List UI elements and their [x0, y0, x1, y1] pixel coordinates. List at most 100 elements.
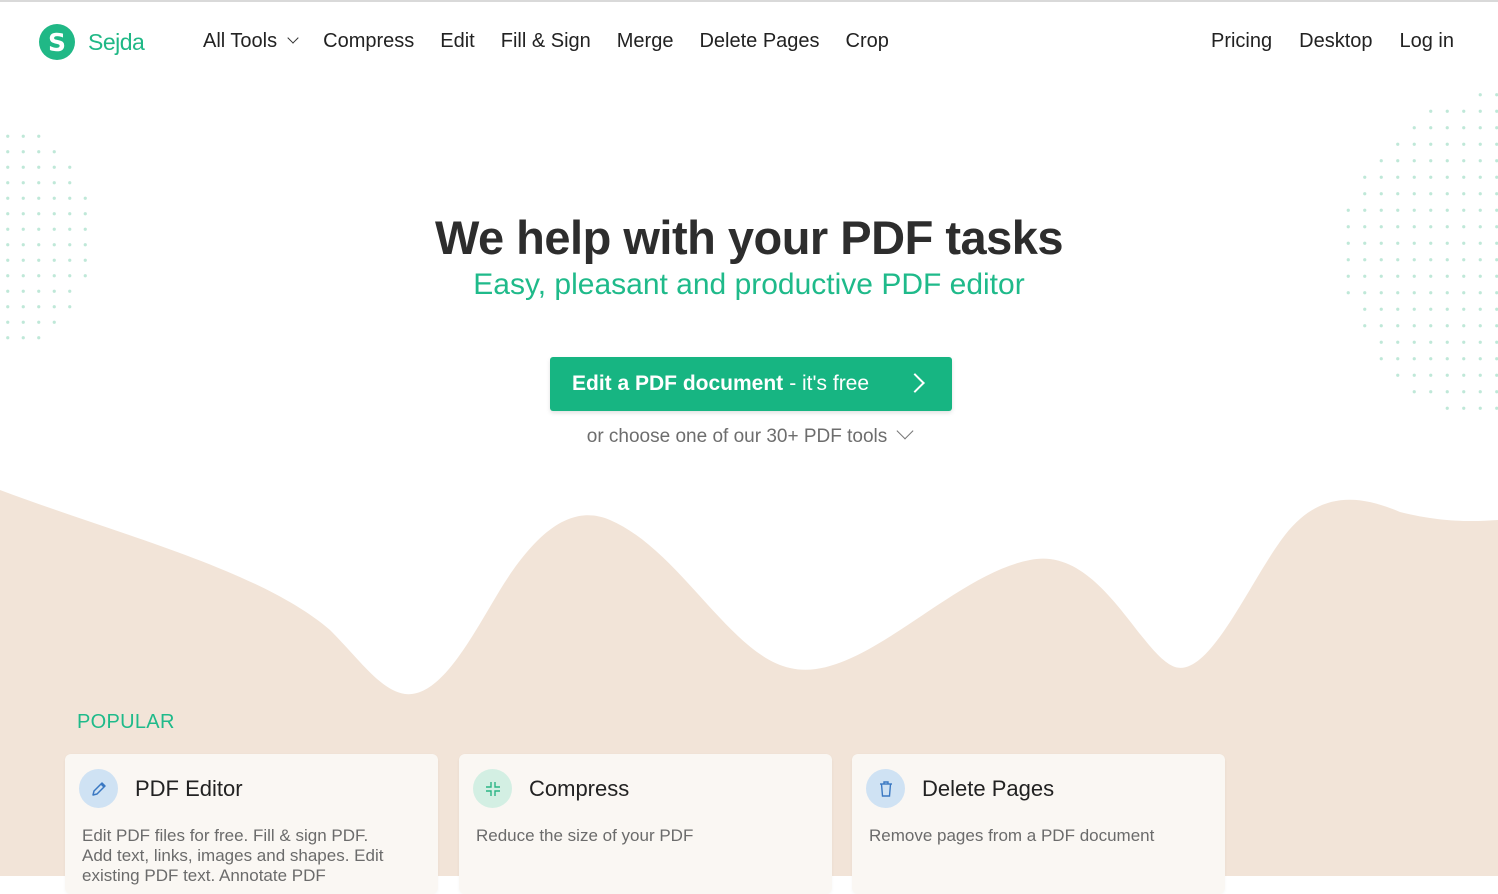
dot [1445, 126, 1449, 130]
chevron-right-icon [905, 373, 925, 393]
dot [1445, 406, 1449, 410]
nav-all-tools[interactable]: All Tools [203, 30, 299, 53]
dot [1429, 340, 1433, 344]
dot [1412, 357, 1416, 361]
dot [1429, 390, 1433, 394]
dot [21, 181, 25, 185]
edit-pdf-button[interactable]: Edit a PDF document - it's free [550, 357, 952, 411]
nav-pricing[interactable]: Pricing [1211, 30, 1272, 53]
dot [1445, 192, 1449, 196]
dot [52, 165, 56, 169]
dot [68, 196, 72, 200]
dot [1445, 373, 1449, 377]
dot [1462, 357, 1466, 361]
dot [1462, 159, 1466, 163]
dot [1478, 307, 1482, 311]
dot [52, 150, 56, 154]
dot [37, 305, 41, 309]
dot [1478, 142, 1482, 146]
tool-card-delete-pages[interactable]: Delete Pages Remove pages from a PDF doc… [852, 754, 1225, 894]
dot [52, 196, 56, 200]
dot [83, 196, 87, 200]
card-description: Remove pages from a PDF document [869, 826, 1155, 845]
dot [37, 150, 41, 154]
dot [1445, 340, 1449, 344]
dot [1478, 324, 1482, 328]
tool-card-pdf-editor[interactable]: PDF Editor Edit PDF files for free. Fill… [65, 754, 438, 894]
dot [1412, 192, 1416, 196]
tool-card-compress[interactable]: Compress Reduce the size of your PDF [459, 754, 832, 894]
dot [1462, 390, 1466, 394]
dot [1412, 373, 1416, 377]
dot [1445, 142, 1449, 146]
dot [6, 305, 10, 309]
dot [6, 336, 10, 340]
dot [1412, 142, 1416, 146]
cta-label-light: - it's free [789, 372, 870, 395]
hero-subtitle: Easy, pleasant and productive PDF editor [473, 268, 1025, 301]
dot [1445, 175, 1449, 179]
dot [1445, 390, 1449, 394]
nav-edit[interactable]: Edit [440, 30, 474, 53]
dot [1396, 159, 1400, 163]
dot [1379, 324, 1383, 328]
dot [1445, 357, 1449, 361]
dot [1379, 192, 1383, 196]
dot [1478, 357, 1482, 361]
logo-text: Sejda [88, 28, 145, 55]
dot [1462, 142, 1466, 146]
choose-tools-link[interactable]: or choose one of our 30+ PDF tools [0, 422, 1498, 448]
dot [1412, 126, 1416, 130]
nav-desktop[interactable]: Desktop [1299, 30, 1372, 53]
logo-mark: S [39, 24, 75, 60]
dot [1478, 340, 1482, 344]
dot [1478, 159, 1482, 163]
dot [68, 305, 72, 309]
dot [37, 320, 41, 324]
nav-fill-sign[interactable]: Fill & Sign [501, 30, 591, 53]
dot [21, 196, 25, 200]
dot [1478, 390, 1482, 394]
top-navigation: S Sejda All Tools Compress Edit Fill & S… [0, 2, 1498, 82]
dot [1462, 406, 1466, 410]
dot [37, 134, 41, 138]
dot [21, 150, 25, 154]
dot [1478, 406, 1482, 410]
dot [1379, 307, 1383, 311]
chevron-down-icon [287, 32, 299, 44]
dot [1445, 109, 1449, 113]
dot [1396, 373, 1400, 377]
dot [1379, 175, 1383, 179]
dot [6, 196, 10, 200]
dot [1396, 307, 1400, 311]
dot [21, 336, 25, 340]
dot [21, 165, 25, 169]
dot [1429, 324, 1433, 328]
nav-log-in[interactable]: Log in [1400, 30, 1455, 53]
dot [1462, 109, 1466, 113]
nav-merge[interactable]: Merge [617, 30, 674, 53]
dot [21, 134, 25, 138]
dot [1462, 373, 1466, 377]
dot [1429, 175, 1433, 179]
logo[interactable]: S Sejda [39, 24, 145, 60]
dot [68, 165, 72, 169]
dot [1462, 192, 1466, 196]
dot [1429, 109, 1433, 113]
dot [68, 181, 72, 185]
dot [1363, 324, 1367, 328]
dot [1462, 175, 1466, 179]
dot [1429, 126, 1433, 130]
nav-left: All Tools Compress Edit Fill & Sign Merg… [203, 30, 915, 53]
nav-crop[interactable]: Crop [846, 30, 889, 53]
card-title: PDF Editor [135, 776, 243, 801]
dot [1429, 159, 1433, 163]
dot [1429, 373, 1433, 377]
dot [1363, 175, 1367, 179]
dot [1396, 340, 1400, 344]
dot [37, 165, 41, 169]
dot [1379, 357, 1383, 361]
nav-delete-pages[interactable]: Delete Pages [699, 30, 819, 53]
card-title: Delete Pages [922, 776, 1055, 801]
nav-compress[interactable]: Compress [323, 30, 414, 53]
